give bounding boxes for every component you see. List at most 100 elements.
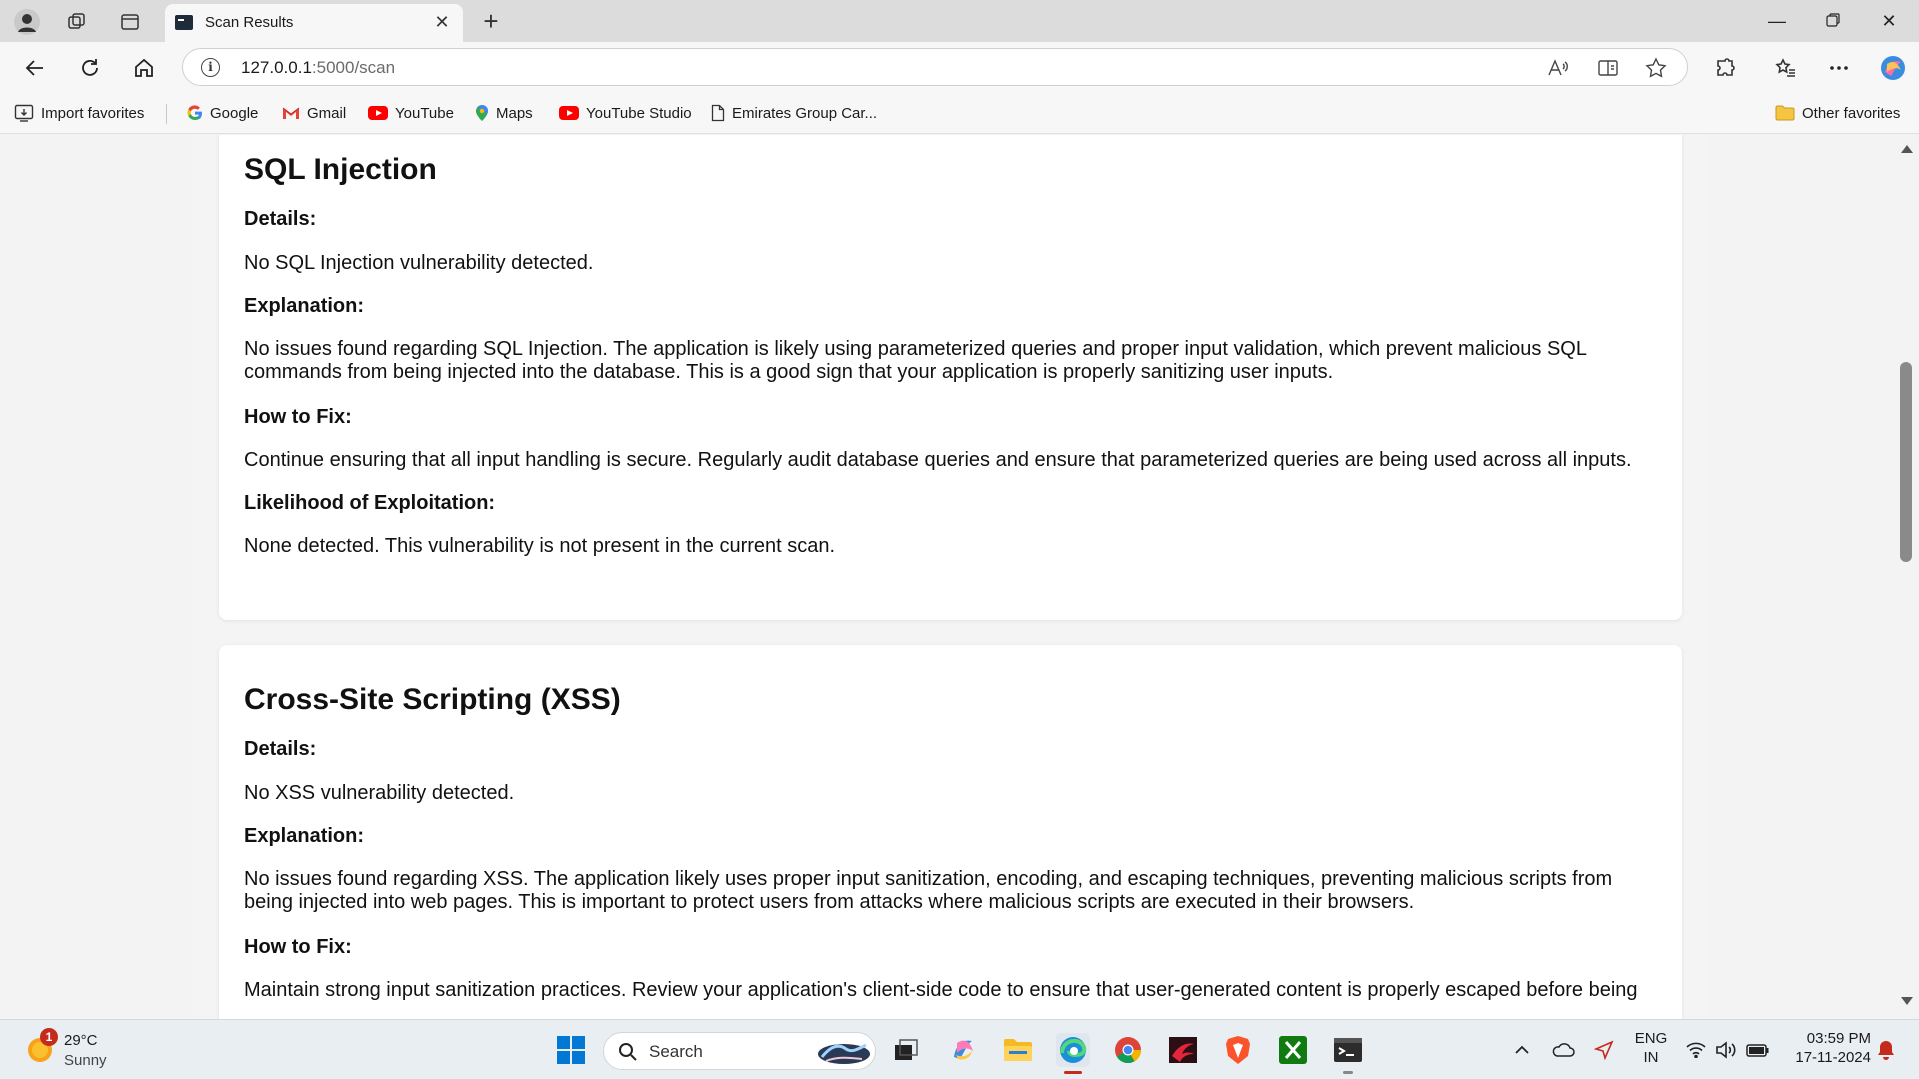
kali-app-icon[interactable] bbox=[1166, 1033, 1200, 1067]
other-favorites-folder[interactable]: Other favorites bbox=[1775, 102, 1900, 124]
favorite-gmail-label: Gmail bbox=[307, 104, 347, 122]
xbox-app-icon[interactable] bbox=[1276, 1033, 1310, 1067]
wifi-icon[interactable] bbox=[1679, 1033, 1713, 1067]
volume-icon[interactable] bbox=[1709, 1033, 1743, 1067]
language-indicator[interactable]: ENG IN bbox=[1633, 1029, 1669, 1067]
folder-icon bbox=[1775, 105, 1795, 121]
refresh-button[interactable] bbox=[74, 52, 106, 84]
favorite-star-icon[interactable] bbox=[1641, 53, 1671, 83]
brave-app-icon[interactable] bbox=[1221, 1033, 1255, 1067]
page-icon bbox=[711, 104, 725, 122]
details-label: Details: bbox=[244, 208, 317, 230]
favorite-emirates[interactable]: Emirates Group Car... bbox=[711, 102, 877, 124]
how-to-fix-label: How to Fix: bbox=[244, 936, 352, 958]
favorite-google[interactable]: Google bbox=[187, 102, 258, 124]
details-text: No SQL Injection vulnerability detected. bbox=[244, 252, 594, 274]
address-bar[interactable]: i 127.0.0.1:5000/scan bbox=[182, 48, 1688, 86]
vulnerability-title: Cross-Site Scripting (XSS) bbox=[244, 683, 621, 716]
minimize-button[interactable]: — bbox=[1752, 6, 1802, 36]
likelihood-text: None detected. This vulnerability is not… bbox=[244, 535, 836, 557]
immersive-reader-icon[interactable] bbox=[1593, 53, 1623, 83]
import-icon bbox=[14, 104, 34, 122]
page-viewport: SQL Injection Details: No SQL Injection … bbox=[0, 135, 1919, 1019]
copilot-app-icon[interactable] bbox=[946, 1033, 980, 1067]
import-favorites-link[interactable]: Import favorites bbox=[14, 102, 144, 124]
location-arrow-icon[interactable] bbox=[1587, 1033, 1621, 1067]
show-hidden-icons-chevron-icon[interactable] bbox=[1505, 1033, 1539, 1067]
favorite-emirates-label: Emirates Group Car... bbox=[732, 104, 878, 122]
favorite-youtube[interactable]: YouTube bbox=[368, 102, 454, 124]
favorites-separator bbox=[166, 104, 167, 124]
explanation-text: No issues found regarding XSS. The appli… bbox=[244, 868, 1613, 913]
details-text: No XSS vulnerability detected. bbox=[244, 782, 515, 804]
back-button[interactable] bbox=[19, 52, 51, 84]
search-highlight-icon bbox=[818, 1043, 870, 1064]
vulnerability-card-xss: Cross-Site Scripting (XSS) Details: No X… bbox=[219, 645, 1682, 1019]
task-view-icon[interactable] bbox=[889, 1033, 923, 1067]
extensions-icon[interactable] bbox=[1709, 52, 1741, 84]
scroll-down-arrow-icon[interactable] bbox=[1901, 997, 1913, 1005]
favorite-maps[interactable]: Maps bbox=[475, 102, 533, 124]
favorite-gmail[interactable]: Gmail bbox=[282, 102, 346, 124]
workspaces-icon[interactable] bbox=[64, 9, 90, 35]
explanation-text: No issues found regarding SQL Injection.… bbox=[244, 338, 1587, 383]
start-button[interactable] bbox=[554, 1033, 588, 1067]
favorite-google-label: Google bbox=[210, 104, 259, 122]
read-aloud-icon[interactable] bbox=[1543, 53, 1573, 83]
youtube-icon bbox=[368, 106, 388, 120]
weather-temp: 29°C bbox=[64, 1032, 98, 1049]
active-app-indicator bbox=[1064, 1071, 1082, 1074]
clock-time: 03:59 PM bbox=[1806, 1030, 1871, 1047]
close-window-button[interactable]: ✕ bbox=[1864, 6, 1914, 36]
restore-button[interactable] bbox=[1808, 6, 1858, 36]
file-explorer-icon[interactable] bbox=[1001, 1033, 1035, 1067]
region-code: IN bbox=[1643, 1049, 1659, 1066]
profile-avatar[interactable] bbox=[14, 9, 40, 35]
how-to-fix-label: How to Fix: bbox=[244, 406, 352, 428]
battery-icon[interactable] bbox=[1741, 1033, 1775, 1067]
favorites-bar: Import favorites Google Gmail YouTube Ma… bbox=[0, 92, 1919, 134]
home-button[interactable] bbox=[128, 52, 160, 84]
windows-taskbar: 1 29°C Sunny Search ENG IN 03:59 PM 17-1… bbox=[0, 1019, 1919, 1079]
import-favorites-label: Import favorites bbox=[41, 104, 145, 122]
onedrive-cloud-icon[interactable] bbox=[1546, 1033, 1580, 1067]
taskbar-search[interactable]: Search bbox=[603, 1032, 876, 1070]
more-options-icon[interactable] bbox=[1823, 52, 1855, 84]
notification-bell-icon[interactable] bbox=[1869, 1033, 1903, 1067]
tab-scan-results[interactable]: Scan Results ✕ bbox=[165, 4, 463, 42]
browser-titlebar: Scan Results ✕ + — ✕ bbox=[0, 0, 1919, 42]
tab-title: Scan Results bbox=[205, 14, 294, 31]
favorites-list-icon[interactable] bbox=[1770, 52, 1802, 84]
clock-date: 17-11-2024 bbox=[1795, 1049, 1871, 1066]
vertical-tabs-icon[interactable] bbox=[117, 9, 143, 35]
terminal-app-icon[interactable] bbox=[1331, 1033, 1365, 1074]
other-favorites-label: Other favorites bbox=[1802, 104, 1901, 122]
gmail-icon bbox=[282, 107, 300, 119]
chrome-app-icon[interactable] bbox=[1111, 1033, 1145, 1067]
youtube-studio-icon bbox=[559, 106, 579, 120]
favorite-youtube-studio[interactable]: YouTube Studio bbox=[559, 102, 692, 124]
url-text[interactable]: 127.0.0.1:5000/scan bbox=[241, 58, 395, 78]
close-tab-icon[interactable]: ✕ bbox=[429, 9, 455, 35]
windows-logo-icon bbox=[557, 1036, 585, 1064]
weather-badge: 1 bbox=[40, 1028, 58, 1046]
how-to-fix-text: Continue ensuring that all input handlin… bbox=[244, 449, 1632, 471]
likelihood-label: Likelihood of Exploitation: bbox=[244, 492, 496, 514]
details-label: Details: bbox=[244, 738, 317, 760]
maps-pin-icon bbox=[476, 105, 488, 121]
scrollbar-thumb[interactable] bbox=[1900, 362, 1912, 562]
vulnerability-card-sql: SQL Injection Details: No SQL Injection … bbox=[219, 135, 1682, 620]
favorite-maps-label: Maps bbox=[496, 104, 533, 122]
site-info-icon[interactable]: i bbox=[201, 58, 220, 77]
page-scrollbar[interactable] bbox=[1895, 135, 1919, 1019]
terminal-favicon-icon bbox=[175, 15, 193, 30]
how-to-fix-text: Maintain strong input sanitization pract… bbox=[244, 979, 1638, 1001]
favorite-youtube-studio-label: YouTube Studio bbox=[586, 104, 692, 122]
new-tab-button[interactable]: + bbox=[478, 6, 504, 37]
copilot-icon[interactable] bbox=[1877, 52, 1909, 84]
search-icon bbox=[619, 1043, 637, 1061]
edge-app-icon[interactable] bbox=[1056, 1033, 1090, 1074]
clock[interactable]: 03:59 PM 17-11-2024 bbox=[1783, 1029, 1871, 1067]
scroll-up-arrow-icon[interactable] bbox=[1901, 145, 1913, 153]
weather-widget[interactable]: 1 bbox=[24, 1028, 58, 1064]
